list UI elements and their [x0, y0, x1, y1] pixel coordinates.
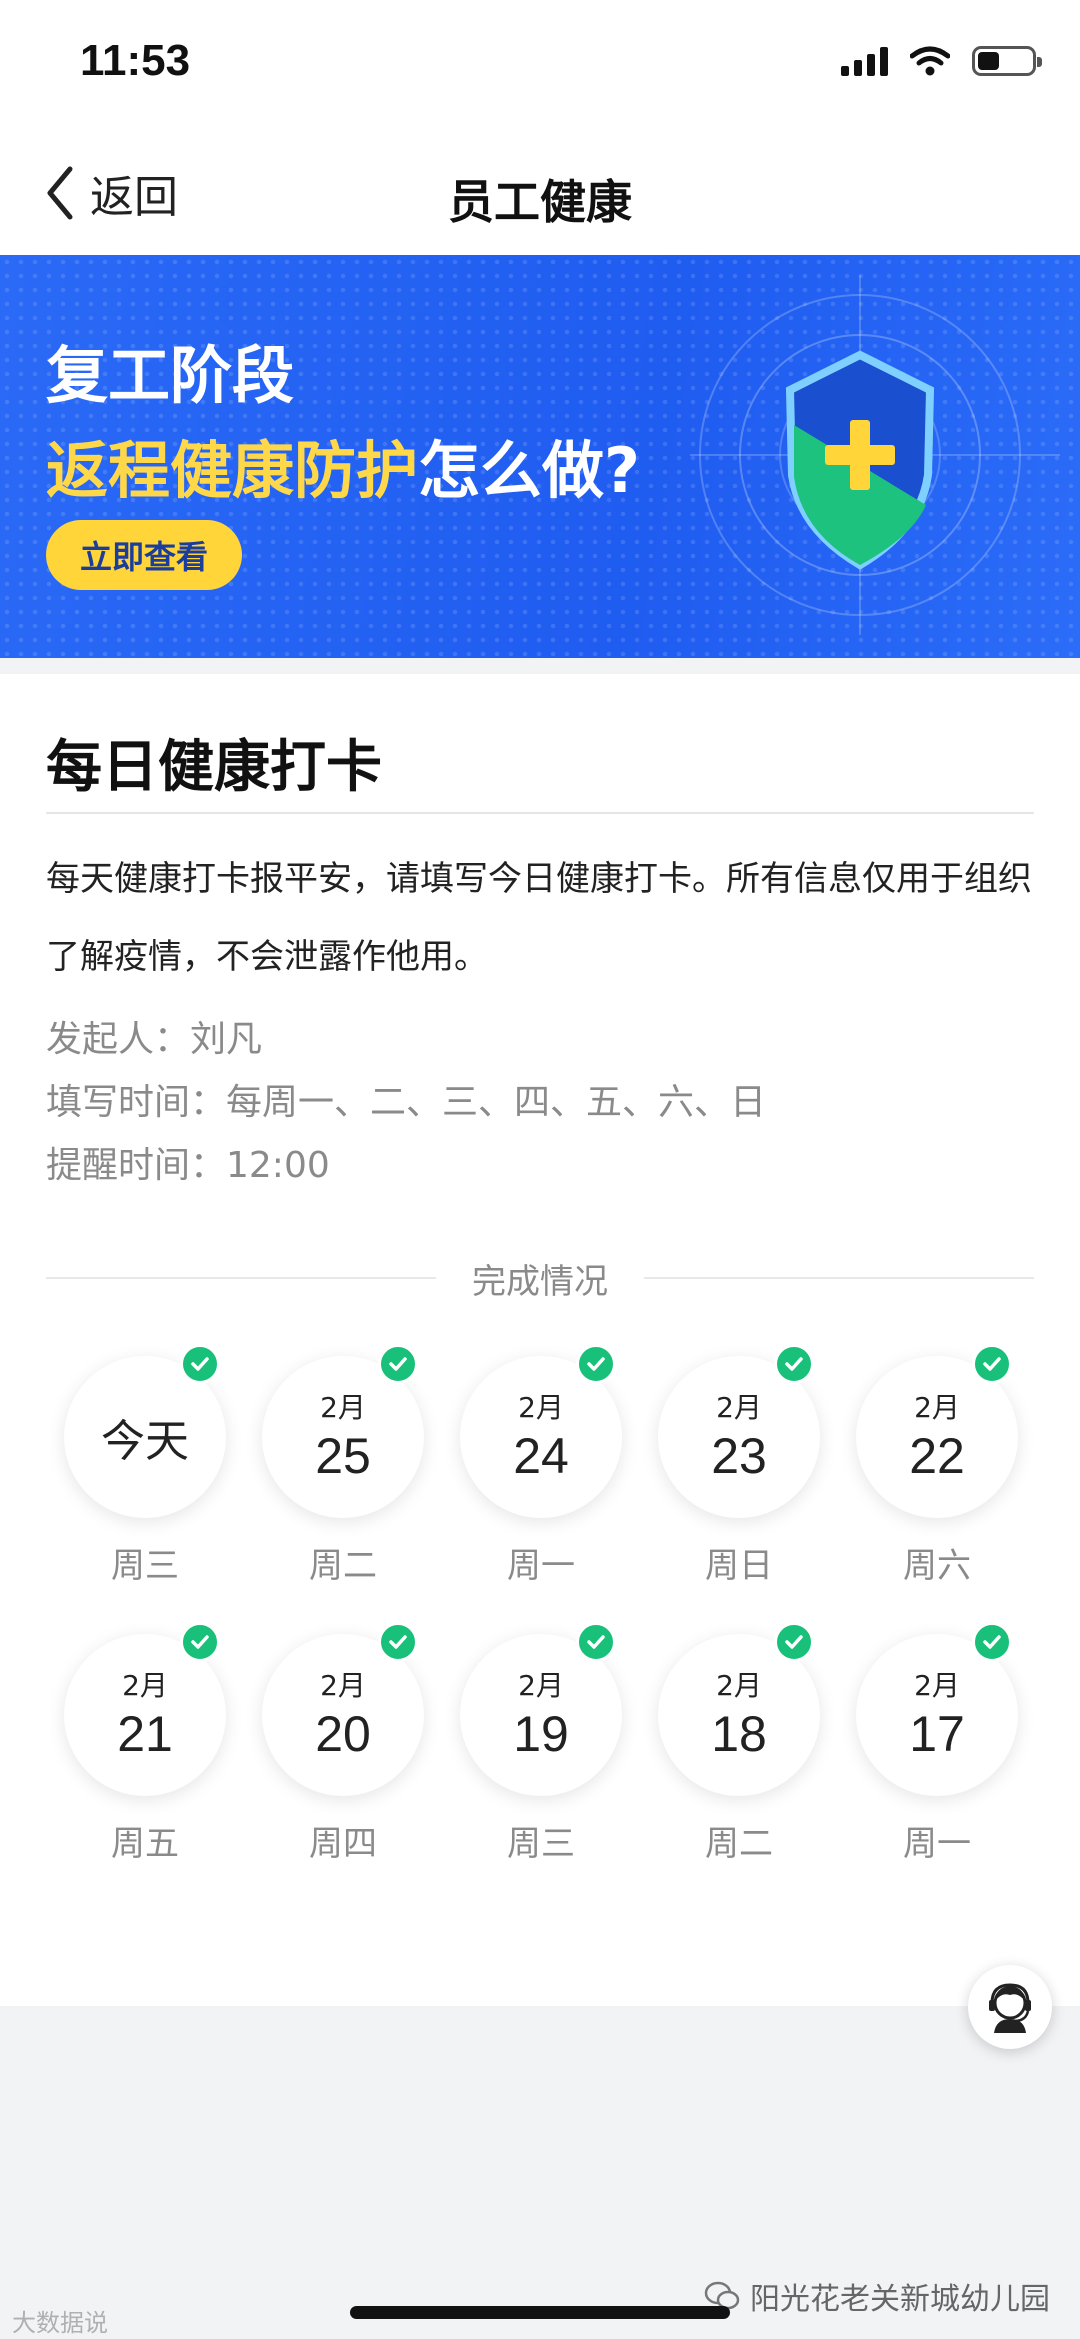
divider	[644, 1277, 1034, 1279]
day-month: 2月	[914, 1669, 960, 1702]
day-weekday: 周六	[903, 1546, 971, 1586]
check-icon	[774, 1344, 814, 1384]
battery-icon	[972, 46, 1042, 76]
day-item-today[interactable]: 今天 周三	[60, 1344, 230, 1586]
day-item[interactable]: 2月 17 周一	[852, 1622, 1022, 1864]
day-number: 19	[513, 1706, 569, 1762]
banner-headline: 复工阶段	[46, 339, 295, 412]
watermark-right: 阳光花老关新城幼儿园	[704, 2274, 1050, 2318]
day-month: 2月	[320, 1669, 366, 1702]
wifi-icon	[910, 46, 950, 76]
day-weekday: 周一	[507, 1546, 575, 1586]
day-item[interactable]: 2月 25 周二	[258, 1344, 428, 1586]
customer-service-button[interactable]	[968, 1965, 1052, 2049]
day-weekday: 周一	[903, 1824, 971, 1864]
day-number: 18	[711, 1706, 767, 1762]
watermark-right-text: 阳光花老关新城幼儿园	[750, 2282, 1050, 2317]
day-weekday: 周二	[705, 1824, 773, 1864]
day-weekday: 周三	[111, 1546, 179, 1586]
day-weekday: 周日	[705, 1546, 773, 1586]
check-icon	[972, 1344, 1012, 1384]
check-icon	[576, 1344, 616, 1384]
day-item[interactable]: 2月 20 周四	[258, 1622, 428, 1864]
promo-banner[interactable]: 复工阶段 返程健康防护怎么做? 立即查看	[0, 255, 1080, 658]
banner-subheadline-rest: 怎么做?	[418, 434, 640, 507]
day-number: 24	[513, 1428, 569, 1484]
day-month: 2月	[716, 1391, 762, 1424]
divider	[46, 812, 1034, 814]
status-time: 11:53	[80, 36, 191, 85]
check-icon	[972, 1622, 1012, 1662]
shield-plus-icon	[690, 275, 1060, 635]
nav-bar: 返回 员工健康	[0, 130, 1080, 255]
day-item[interactable]: 2月 23 周日	[654, 1344, 824, 1586]
headset-agent-icon	[989, 1983, 1031, 2033]
day-weekday: 周四	[309, 1824, 377, 1864]
day-number: 23	[711, 1428, 767, 1484]
day-item[interactable]: 2月 22 周六	[852, 1344, 1022, 1586]
check-icon	[378, 1344, 418, 1384]
day-item[interactable]: 2月 21 周五	[60, 1622, 230, 1864]
day-number: 21	[117, 1706, 173, 1762]
watermark-left: 大数据说	[12, 2309, 108, 2337]
banner-subheadline: 返程健康防护怎么做?	[46, 420, 640, 510]
view-now-button[interactable]: 立即查看	[46, 520, 242, 590]
day-item[interactable]: 2月 19 周三	[456, 1622, 626, 1864]
day-item[interactable]: 2月 24 周一	[456, 1344, 626, 1586]
day-month: 2月	[914, 1391, 960, 1424]
page-title: 员工健康	[448, 175, 632, 229]
checkin-description: 每天健康打卡报平安，请填写今日健康打卡。所有信息仅用于组织了解疫情，不会泄露作他…	[46, 859, 1032, 977]
fill-time-text: 填写时间：每周一、二、三、四、五、六、日	[46, 1082, 767, 1123]
card-title: 每日健康打卡	[46, 735, 382, 800]
day-month: 2月	[320, 1391, 366, 1424]
day-month: 2月	[122, 1669, 168, 1702]
status-icons	[841, 46, 1042, 76]
status-bar: 11:53	[0, 0, 1080, 130]
remind-time-text: 提醒时间：12:00	[46, 1145, 330, 1186]
check-icon	[774, 1622, 814, 1662]
check-icon	[378, 1622, 418, 1662]
check-icon	[180, 1622, 220, 1662]
banner-highlight: 返程健康防护	[46, 434, 419, 507]
day-number: 22	[909, 1428, 965, 1484]
day-month: 2月	[518, 1669, 564, 1702]
check-icon	[576, 1622, 616, 1662]
day-item[interactable]: 2月 18 周二	[654, 1622, 824, 1864]
sponsor-text: 发起人：刘凡	[46, 1019, 263, 1060]
checkin-card: 每日健康打卡 每天健康打卡报平安，请填写今日健康打卡。所有信息仅用于组织了解疫情…	[0, 674, 1080, 2006]
signal-icon	[841, 46, 888, 76]
day-label: 今天	[101, 1416, 189, 1467]
completion-section-header: 完成情况	[46, 1248, 1034, 1308]
home-indicator[interactable]	[350, 2306, 730, 2319]
day-weekday: 周三	[507, 1824, 575, 1864]
day-weekday: 周五	[111, 1824, 179, 1864]
day-month: 2月	[518, 1391, 564, 1424]
day-number: 20	[315, 1706, 371, 1762]
day-number: 25	[315, 1428, 371, 1484]
day-month: 2月	[716, 1669, 762, 1702]
check-icon	[180, 1344, 220, 1384]
day-weekday: 周二	[309, 1546, 377, 1586]
day-number: 17	[909, 1706, 965, 1762]
